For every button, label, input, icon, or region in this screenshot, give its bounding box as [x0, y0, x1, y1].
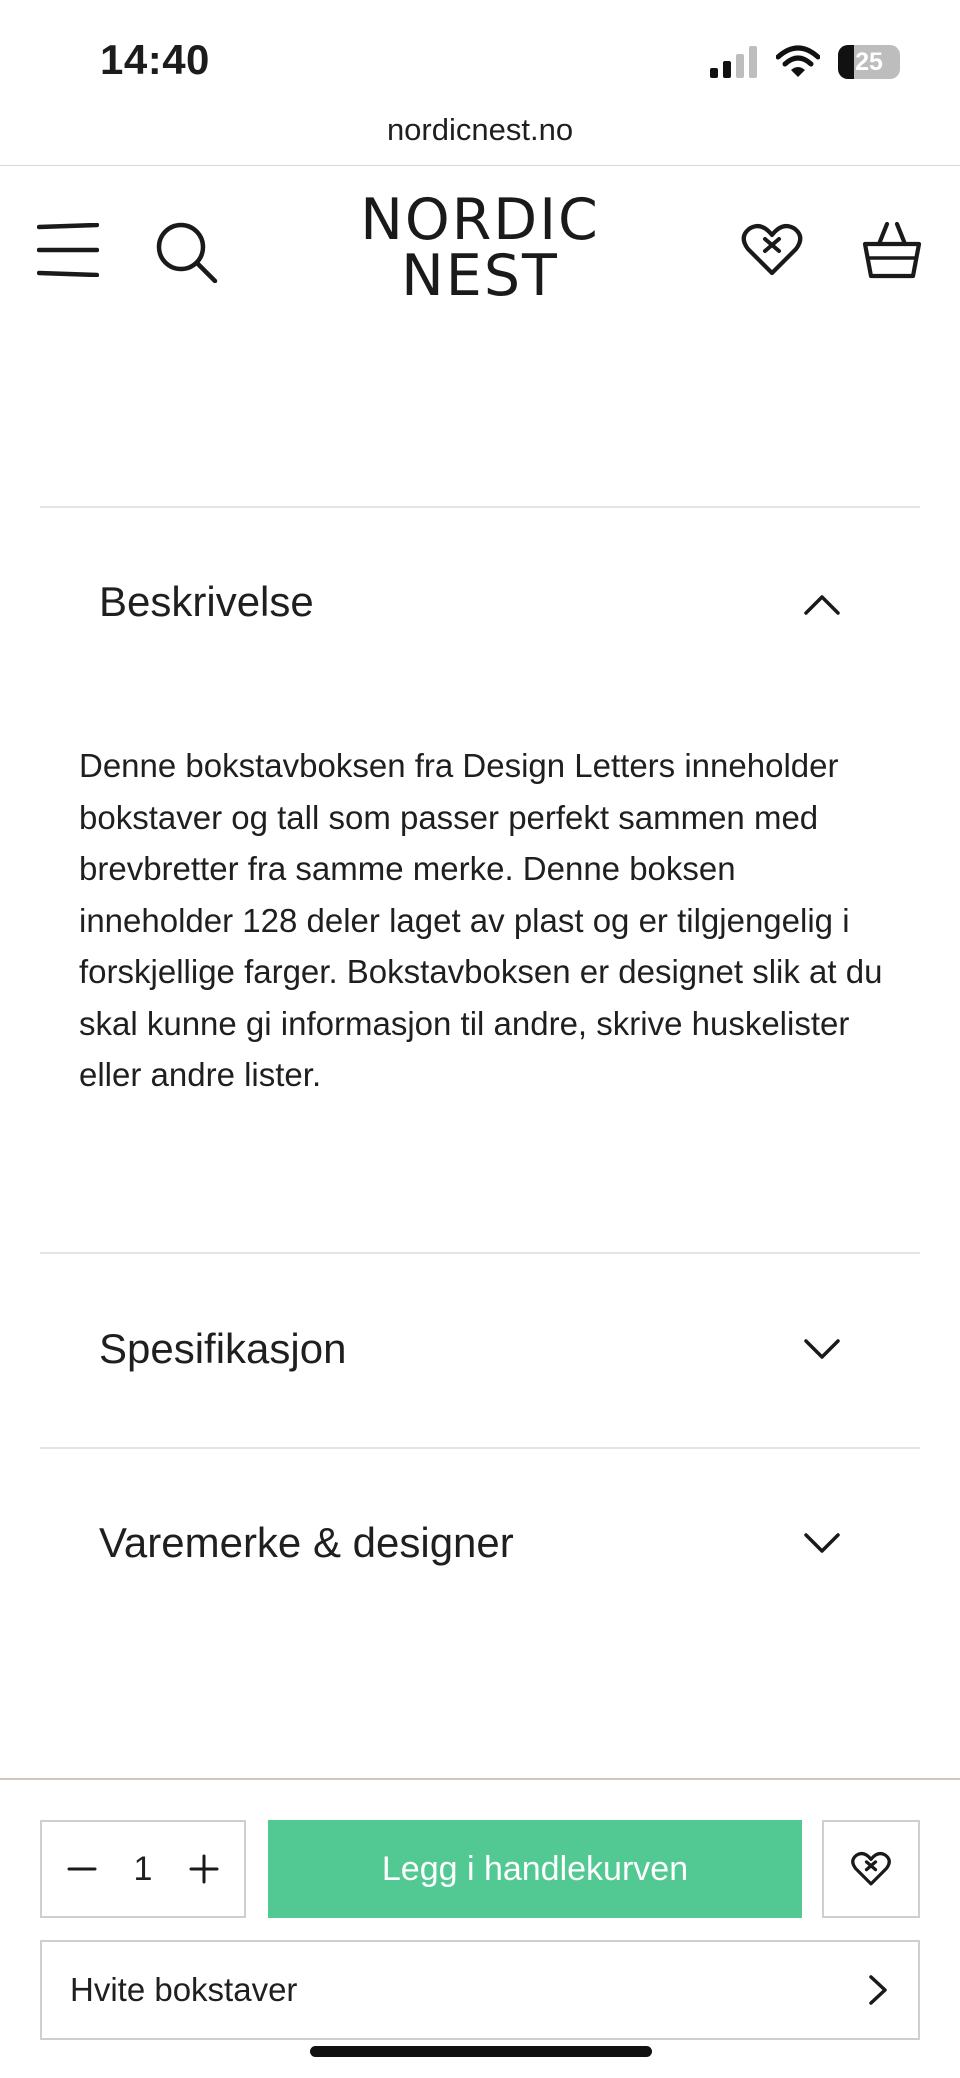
quantity-value[interactable]: 1	[134, 1850, 153, 1889]
basket-icon	[862, 221, 922, 279]
site-logo[interactable]: NORDIC NEST	[340, 187, 620, 309]
menu-button[interactable]	[36, 222, 100, 278]
menu-icon	[37, 223, 99, 277]
add-to-wishlist-button[interactable]	[822, 1820, 920, 1918]
status-time: 14:40	[100, 36, 210, 83]
logo-line-1: NORDIC	[360, 187, 600, 253]
cart-button[interactable]	[860, 220, 924, 280]
add-to-cart-button[interactable]: Legg i handlekurven	[268, 1820, 802, 1918]
decrease-quantity-button[interactable]	[64, 1851, 100, 1887]
increase-quantity-button[interactable]	[186, 1851, 222, 1887]
cellular-signal-icon	[710, 46, 757, 78]
quantity-stepper: 1	[40, 1820, 246, 1918]
search-icon	[156, 222, 218, 283]
description-text: Denne bokstavboksen fra Design Letters i…	[79, 747, 883, 1093]
wifi-icon	[776, 45, 820, 77]
wishlist-button[interactable]	[740, 222, 804, 278]
accordion-title-beskrivelse: Beskrivelse	[99, 578, 314, 625]
home-indicator[interactable]	[310, 2046, 652, 2057]
accordion-title-spesifikasjon: Spesifikasjon	[99, 1325, 347, 1372]
url-bar[interactable]: nordicnest.no	[0, 112, 960, 148]
logo-line-2: NEST	[401, 243, 559, 309]
chevron-up-icon	[804, 595, 840, 615]
heart-icon	[741, 224, 803, 276]
battery-indicator: 25	[838, 45, 900, 79]
minus-icon	[67, 1867, 97, 1871]
battery-level: 25	[855, 47, 883, 76]
variant-selector[interactable]: Hvite bokstaver	[40, 1940, 920, 2040]
search-button[interactable]	[154, 220, 220, 284]
accordion-title-varemerke: Varemerke & designer	[99, 1519, 514, 1566]
variant-label: Hvite bokstaver	[70, 1971, 298, 2008]
chevron-down-icon	[804, 1339, 840, 1359]
heart-icon	[851, 1851, 891, 1886]
url-divider	[0, 165, 960, 166]
chevron-right-icon	[869, 1975, 887, 2005]
plus-icon	[189, 1854, 219, 1884]
status-icons: 25	[710, 42, 900, 82]
chevron-down-icon	[804, 1533, 840, 1553]
purchase-bar-divider	[0, 1778, 960, 1780]
